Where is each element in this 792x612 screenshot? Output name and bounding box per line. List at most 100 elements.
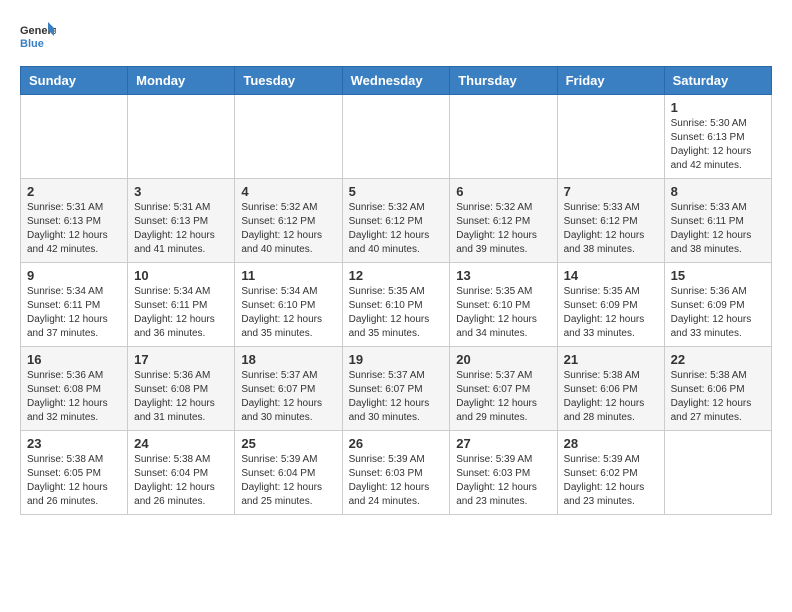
day-info: Sunrise: 5:38 AM Sunset: 6:06 PM Dayligh… xyxy=(671,369,765,425)
day-info: Sunrise: 5:33 AM Sunset: 6:11 PM Dayligh… xyxy=(671,201,765,257)
day-number: 20 xyxy=(456,352,550,367)
calendar-cell: 28 Sunrise: 5:39 AM Sunset: 6:02 PM Dayli… xyxy=(557,431,664,515)
day-info: Sunrise: 5:32 AM Sunset: 6:12 PM Dayligh… xyxy=(349,201,444,257)
day-info: Sunrise: 5:33 AM Sunset: 6:12 PM Dayligh… xyxy=(564,201,658,257)
day-number: 19 xyxy=(349,352,444,367)
calendar-cell: 22 Sunrise: 5:38 AM Sunset: 6:06 PM Dayli… xyxy=(664,347,771,431)
page-header: General Blue xyxy=(20,20,772,56)
day-of-week-header: Thursday xyxy=(450,67,557,95)
calendar-cell: 5Sunrise: 5:32 AM Sunset: 6:12 PM Daylig… xyxy=(342,179,450,263)
day-number: 26 xyxy=(349,436,444,451)
day-info: Sunrise: 5:36 AM Sunset: 6:08 PM Dayligh… xyxy=(134,369,228,425)
calendar-cell xyxy=(557,95,664,179)
day-of-week-header: Friday xyxy=(557,67,664,95)
calendar-cell: 1 Sunrise: 5:30 AM Sunset: 6:13 PM Daylig… xyxy=(664,95,771,179)
day-info: Sunrise: 5:36 AM Sunset: 6:09 PM Dayligh… xyxy=(671,285,765,341)
day-number: 2 xyxy=(27,184,121,199)
day-number: 3 xyxy=(134,184,228,199)
day-number: 12 xyxy=(349,268,444,283)
day-number: 14 xyxy=(564,268,658,283)
calendar-cell: 8 Sunrise: 5:33 AM Sunset: 6:11 PM Daylig… xyxy=(664,179,771,263)
day-info: Sunrise: 5:39 AM Sunset: 6:02 PM Dayligh… xyxy=(564,453,658,509)
day-info: Sunrise: 5:31 AM Sunset: 6:13 PM Dayligh… xyxy=(27,201,121,257)
day-info: Sunrise: 5:39 AM Sunset: 6:03 PM Dayligh… xyxy=(349,453,444,509)
day-of-week-header: Tuesday xyxy=(235,67,342,95)
day-number: 4 xyxy=(241,184,335,199)
calendar-cell: 13 Sunrise: 5:35 AM Sunset: 6:10 PM Dayli… xyxy=(450,263,557,347)
day-number: 15 xyxy=(671,268,765,283)
day-info: Sunrise: 5:37 AM Sunset: 6:07 PM Dayligh… xyxy=(349,369,444,425)
day-number: 22 xyxy=(671,352,765,367)
calendar-cell: 19 Sunrise: 5:37 AM Sunset: 6:07 PM Dayli… xyxy=(342,347,450,431)
calendar-cell: 17 Sunrise: 5:36 AM Sunset: 6:08 PM Dayli… xyxy=(128,347,235,431)
calendar-week-row: 16 Sunrise: 5:36 AM Sunset: 6:08 PM Dayli… xyxy=(21,347,772,431)
calendar-cell: 23 Sunrise: 5:38 AM Sunset: 6:05 PM Dayli… xyxy=(21,431,128,515)
calendar-cell: 6 Sunrise: 5:32 AM Sunset: 6:12 PM Daylig… xyxy=(450,179,557,263)
day-info: Sunrise: 5:38 AM Sunset: 6:06 PM Dayligh… xyxy=(564,369,658,425)
day-info: Sunrise: 5:35 AM Sunset: 6:10 PM Dayligh… xyxy=(349,285,444,341)
day-number: 21 xyxy=(564,352,658,367)
day-number: 16 xyxy=(27,352,121,367)
calendar-cell xyxy=(21,95,128,179)
day-info: Sunrise: 5:31 AM Sunset: 6:13 PM Dayligh… xyxy=(134,201,228,257)
logo-svg: General Blue xyxy=(20,20,56,56)
day-of-week-header: Sunday xyxy=(21,67,128,95)
day-number: 23 xyxy=(27,436,121,451)
calendar-week-row: 9 Sunrise: 5:34 AM Sunset: 6:11 PM Daylig… xyxy=(21,263,772,347)
calendar-week-row: 2 Sunrise: 5:31 AM Sunset: 6:13 PM Daylig… xyxy=(21,179,772,263)
day-of-week-header: Wednesday xyxy=(342,67,450,95)
day-number: 27 xyxy=(456,436,550,451)
day-number: 13 xyxy=(456,268,550,283)
day-number: 25 xyxy=(241,436,335,451)
day-info: Sunrise: 5:34 AM Sunset: 6:11 PM Dayligh… xyxy=(134,285,228,341)
day-number: 24 xyxy=(134,436,228,451)
day-info: Sunrise: 5:39 AM Sunset: 6:03 PM Dayligh… xyxy=(456,453,550,509)
calendar-cell: 24 Sunrise: 5:38 AM Sunset: 6:04 PM Dayli… xyxy=(128,431,235,515)
calendar-cell: 2 Sunrise: 5:31 AM Sunset: 6:13 PM Daylig… xyxy=(21,179,128,263)
calendar-cell: 18 Sunrise: 5:37 AM Sunset: 6:07 PM Dayli… xyxy=(235,347,342,431)
calendar-cell xyxy=(342,95,450,179)
calendar-cell: 10 Sunrise: 5:34 AM Sunset: 6:11 PM Dayli… xyxy=(128,263,235,347)
calendar-cell xyxy=(235,95,342,179)
day-info: Sunrise: 5:37 AM Sunset: 6:07 PM Dayligh… xyxy=(241,369,335,425)
day-info: Sunrise: 5:32 AM Sunset: 6:12 PM Dayligh… xyxy=(456,201,550,257)
calendar-header-row: SundayMondayTuesdayWednesdayThursdayFrid… xyxy=(21,67,772,95)
calendar-cell: 16 Sunrise: 5:36 AM Sunset: 6:08 PM Dayli… xyxy=(21,347,128,431)
day-info: Sunrise: 5:38 AM Sunset: 6:04 PM Dayligh… xyxy=(134,453,228,509)
day-number: 7 xyxy=(564,184,658,199)
day-number: 11 xyxy=(241,268,335,283)
day-number: 18 xyxy=(241,352,335,367)
day-info: Sunrise: 5:38 AM Sunset: 6:05 PM Dayligh… xyxy=(27,453,121,509)
day-info: Sunrise: 5:35 AM Sunset: 6:10 PM Dayligh… xyxy=(456,285,550,341)
day-number: 6 xyxy=(456,184,550,199)
calendar-cell xyxy=(450,95,557,179)
calendar-cell: 4 Sunrise: 5:32 AM Sunset: 6:12 PM Daylig… xyxy=(235,179,342,263)
calendar-cell: 26 Sunrise: 5:39 AM Sunset: 6:03 PM Dayli… xyxy=(342,431,450,515)
calendar-cell: 14 Sunrise: 5:35 AM Sunset: 6:09 PM Dayli… xyxy=(557,263,664,347)
day-info: Sunrise: 5:32 AM Sunset: 6:12 PM Dayligh… xyxy=(241,201,335,257)
day-number: 17 xyxy=(134,352,228,367)
svg-text:Blue: Blue xyxy=(20,38,44,50)
calendar-cell: 9 Sunrise: 5:34 AM Sunset: 6:11 PM Daylig… xyxy=(21,263,128,347)
day-number: 8 xyxy=(671,184,765,199)
day-number: 10 xyxy=(134,268,228,283)
calendar-cell: 12 Sunrise: 5:35 AM Sunset: 6:10 PM Dayli… xyxy=(342,263,450,347)
calendar-table: SundayMondayTuesdayWednesdayThursdayFrid… xyxy=(20,66,772,515)
calendar-cell xyxy=(128,95,235,179)
calendar-cell: 21 Sunrise: 5:38 AM Sunset: 6:06 PM Dayli… xyxy=(557,347,664,431)
logo: General Blue xyxy=(20,20,56,56)
calendar-cell: 7 Sunrise: 5:33 AM Sunset: 6:12 PM Daylig… xyxy=(557,179,664,263)
calendar-week-row: 1 Sunrise: 5:30 AM Sunset: 6:13 PM Daylig… xyxy=(21,95,772,179)
day-info: Sunrise: 5:35 AM Sunset: 6:09 PM Dayligh… xyxy=(564,285,658,341)
day-number: 9 xyxy=(27,268,121,283)
day-info: Sunrise: 5:34 AM Sunset: 6:10 PM Dayligh… xyxy=(241,285,335,341)
day-number: 28 xyxy=(564,436,658,451)
day-info: Sunrise: 5:34 AM Sunset: 6:11 PM Dayligh… xyxy=(27,285,121,341)
day-number: 1 xyxy=(671,100,765,115)
day-info: Sunrise: 5:36 AM Sunset: 6:08 PM Dayligh… xyxy=(27,369,121,425)
day-info: Sunrise: 5:30 AM Sunset: 6:13 PM Dayligh… xyxy=(671,117,765,173)
day-of-week-header: Monday xyxy=(128,67,235,95)
calendar-cell: 20Sunrise: 5:37 AM Sunset: 6:07 PM Dayli… xyxy=(450,347,557,431)
day-of-week-header: Saturday xyxy=(664,67,771,95)
calendar-cell: 11 Sunrise: 5:34 AM Sunset: 6:10 PM Dayli… xyxy=(235,263,342,347)
